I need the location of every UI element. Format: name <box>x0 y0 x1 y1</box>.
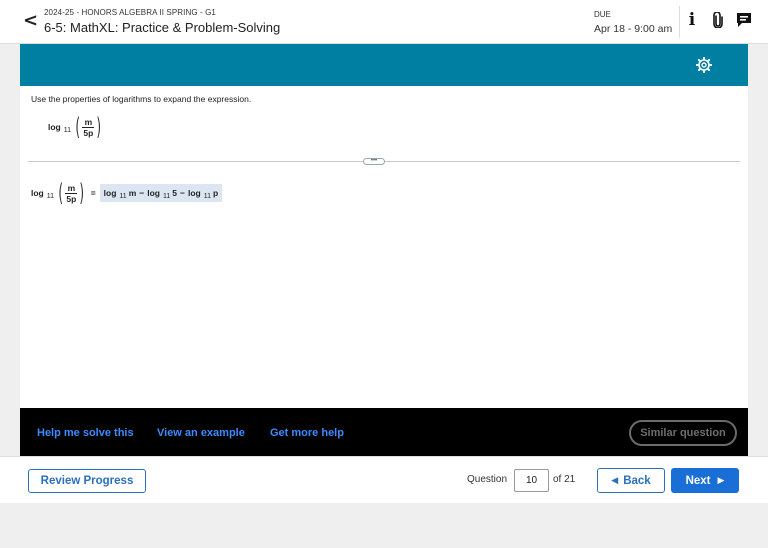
log-word: log <box>31 188 44 198</box>
paperclip-icon[interactable] <box>708 9 728 31</box>
log-base: 11 <box>46 192 55 200</box>
settings-gear-icon[interactable] <box>695 56 713 74</box>
minus-sign: − <box>139 188 145 198</box>
answer-log: log <box>103 188 117 198</box>
question-instruction: Use the properties of logarithms to expa… <box>31 94 252 104</box>
course-name: 2024-25 - HONORS ALGEBRA II SPRING - G1 <box>44 8 216 17</box>
divider-drag-handle[interactable]: ••• <box>363 158 385 165</box>
answer-log: log <box>187 188 201 198</box>
answer-log-arg: m <box>128 188 137 198</box>
next-button[interactable]: Next ▶ <box>671 468 739 493</box>
due-date: Apr 18 - 9:00 am <box>594 23 673 35</box>
view-example-link[interactable]: View an example <box>157 427 245 439</box>
help-bar: Help me solve this View an example Get m… <box>20 408 748 456</box>
fraction-denominator: 5p <box>65 192 78 204</box>
footer-nav: Review Progress Question of 21 ◀ Back Ne… <box>0 456 768 503</box>
minus-sign: − <box>180 188 185 198</box>
given-expression: log 11 ( m 5p ) <box>48 113 104 141</box>
question-toolbar <box>20 44 748 86</box>
answer-log-base: 11 <box>119 192 127 200</box>
fraction-denominator: 5p <box>82 126 95 138</box>
fraction: m 5p <box>82 116 95 138</box>
answer-log: log <box>147 188 160 198</box>
fraction-numerator: m <box>67 182 76 193</box>
get-more-help-link[interactable]: Get more help <box>270 427 344 439</box>
help-me-solve-link[interactable]: Help me solve this <box>37 427 134 439</box>
message-icon[interactable] <box>734 9 754 31</box>
caret-left-icon: ◀ <box>611 475 619 486</box>
info-icon[interactable]: i <box>682 9 702 31</box>
back-chevron-icon[interactable]: < <box>23 12 38 30</box>
answer-row: log 11 ( m 5p ) = log 11 m − log 11 5 − … <box>31 179 223 207</box>
question-label: Question <box>467 474 508 485</box>
back-button-label: Back <box>623 474 651 487</box>
answer-log-arg: p <box>213 188 219 198</box>
assignment-title: 6-5: MathXL: Practice & Problem-Solving <box>44 20 281 35</box>
question-panel: Use the properties of logarithms to expa… <box>20 86 748 408</box>
parenthesized-fraction: ( m 5p ) <box>58 179 85 207</box>
header-divider <box>679 6 680 38</box>
question-number-input[interactable] <box>514 469 549 492</box>
answer-log-base: 11 <box>162 192 171 200</box>
log-word: log <box>48 122 61 132</box>
due-label: DUE <box>594 10 611 19</box>
log-base: 11 <box>63 126 72 134</box>
parenthesized-fraction: ( m 5p ) <box>75 113 102 141</box>
similar-question-button[interactable]: Similar question <box>629 420 737 446</box>
answer-log-arg: 5 <box>172 188 177 198</box>
fraction: m 5p <box>65 182 78 204</box>
answer-log-base: 11 <box>203 192 211 200</box>
question-total: of 21 <box>553 474 576 485</box>
back-button[interactable]: ◀ Back <box>597 468 665 493</box>
top-header: < 2024-25 - HONORS ALGEBRA II SPRING - G… <box>0 0 768 44</box>
fraction-numerator: m <box>84 116 93 127</box>
equals-sign: = <box>90 188 96 198</box>
review-progress-button[interactable]: Review Progress <box>28 469 146 493</box>
next-button-label: Next <box>685 474 711 487</box>
answer-box[interactable]: log 11 m − log 11 5 − log 11 p <box>99 184 223 202</box>
caret-right-icon: ▶ <box>717 475 725 486</box>
